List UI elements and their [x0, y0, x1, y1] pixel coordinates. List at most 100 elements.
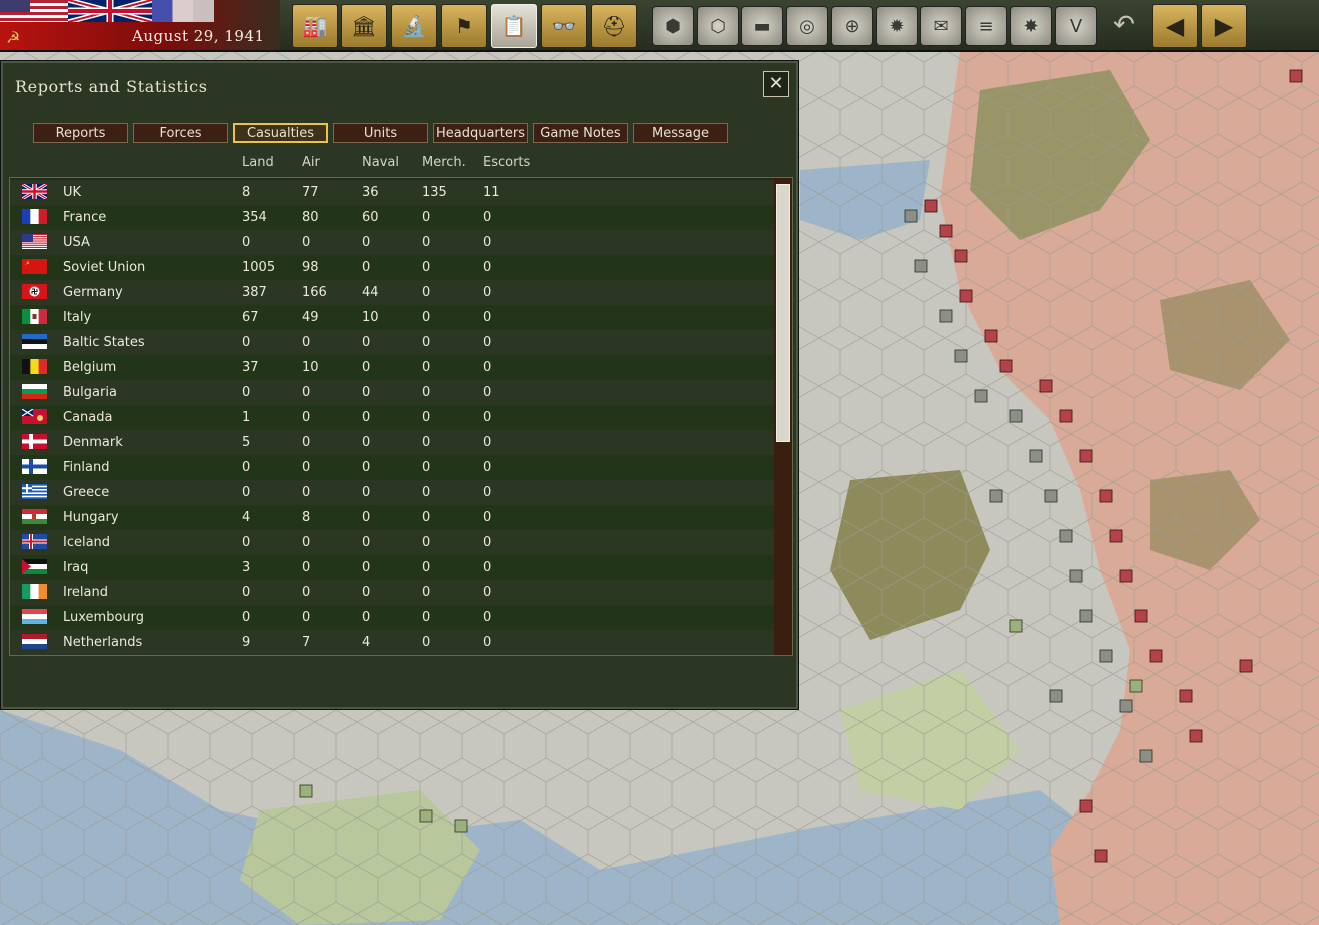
land-casualties: 0 [242, 610, 251, 625]
railway-button[interactable]: ≡ [965, 6, 1007, 46]
close-icon: ✕ [768, 73, 784, 94]
tab-units[interactable]: Units [333, 123, 428, 143]
production-button[interactable]: 🏭 [292, 4, 338, 48]
table-row[interactable]: Denmark 5 0 0 0 0 [10, 430, 774, 455]
tab-reports[interactable]: Reports [33, 123, 128, 143]
prev-turn-button[interactable]: ◀ [1152, 4, 1198, 48]
intelligence-button[interactable]: 👓 [541, 4, 587, 48]
helmet-icon: ⛑ [601, 14, 627, 38]
air-casualties: 0 [302, 460, 311, 475]
undo-button[interactable]: ↶ [1106, 6, 1142, 44]
luxembourg-flag-icon [22, 609, 47, 625]
column-header-naval[interactable]: Naval [362, 155, 399, 170]
combat-button[interactable]: ✸ [1010, 6, 1052, 46]
tab-casualties[interactable]: Casualties [233, 123, 328, 143]
objectives-button[interactable]: ⚑ [441, 4, 487, 48]
italy-flag-icon [22, 309, 48, 324]
air-casualties: 0 [302, 435, 311, 450]
table-row[interactable]: Greece 0 0 0 0 0 [10, 480, 774, 505]
naval-casualties: 60 [362, 210, 379, 225]
tab-game-notes[interactable]: Game Notes [533, 123, 628, 143]
escorts-casualties: 0 [483, 210, 492, 225]
table-row[interactable]: USA 0 0 0 0 0 [10, 230, 774, 255]
air-casualties: 166 [302, 285, 327, 300]
factory-icon: 🏭 [302, 14, 328, 38]
uk-flag-icon [21, 182, 48, 201]
table-row[interactable]: ☭ Soviet Union 1005 98 0 0 0 [10, 255, 774, 280]
table-row[interactable]: France 354 80 60 0 0 [10, 205, 774, 230]
table-row[interactable]: Belgium 37 10 0 0 0 [10, 355, 774, 380]
railway-icon: ≡ [978, 15, 994, 37]
flag-icon: ⚑ [455, 14, 473, 38]
next-turn-button[interactable]: ▶ [1201, 4, 1247, 48]
land-casualties: 354 [242, 210, 267, 225]
scrollbar-thumb[interactable] [776, 184, 790, 442]
naval-casualties: 0 [362, 585, 371, 600]
undo-icon: ↶ [1113, 10, 1135, 40]
table-row[interactable]: Hungary 4 8 0 0 0 [10, 505, 774, 530]
tab-headquarters[interactable]: Headquarters [433, 123, 528, 143]
table-row[interactable]: Luxembourg 0 0 0 0 0 [10, 605, 774, 630]
table-row[interactable]: Finland 0 0 0 0 0 [10, 455, 774, 480]
air-casualties: 7 [302, 635, 311, 650]
france-flag-icon [152, 0, 214, 22]
reports-button[interactable]: 📋 [491, 4, 537, 48]
column-header-air[interactable]: Air [302, 155, 320, 170]
column-header-escorts[interactable]: Escorts [483, 155, 530, 170]
table-row[interactable]: Iceland 0 0 0 0 0 [10, 530, 774, 555]
merch-casualties: 0 [422, 510, 431, 525]
units-button[interactable]: ⛑ [591, 4, 637, 48]
mail-button[interactable]: ✉ [920, 6, 962, 46]
air-casualties: 98 [302, 260, 319, 275]
table-row[interactable]: Netherlands 9 7 4 0 0 [10, 630, 774, 655]
escorts-casualties: 0 [483, 585, 492, 600]
naval-casualties: 0 [362, 410, 371, 425]
escorts-casualties: 0 [483, 635, 492, 650]
iraq-flag-icon [22, 559, 47, 575]
table-row[interactable]: Ireland 0 0 0 0 0 [10, 580, 774, 605]
table-row[interactable]: UK 8 77 36 135 11 [10, 180, 774, 205]
merch-casualties: 0 [422, 585, 431, 600]
naval-casualties: 0 [362, 360, 371, 375]
merch-casualties: 0 [422, 285, 431, 300]
close-button[interactable]: ✕ [763, 71, 789, 97]
table-row[interactable]: Baltic States 0 0 0 0 0 [10, 330, 774, 355]
soviet-flag-icon: ☭ [22, 259, 47, 274]
escorts-casualties: 11 [483, 185, 500, 200]
hexagon-icon: ⬢ [665, 15, 681, 37]
air-casualties: 0 [302, 485, 311, 500]
reports-statistics-dialog: Reports and Statistics ✕ Reports Forces Ca… [1, 61, 798, 709]
resources-button[interactable]: ◎ [786, 6, 828, 46]
tab-forces[interactable]: Forces [133, 123, 228, 143]
country-name: Canada [63, 410, 113, 425]
table-row[interactable]: Italy 67 49 10 0 0 [10, 305, 774, 330]
column-header-merch[interactable]: Merch. [422, 155, 466, 170]
hex-grid-button[interactable]: ⬡ [697, 6, 739, 46]
finland-flag-icon [22, 459, 47, 474]
table-row[interactable]: Iraq 3 0 0 0 0 [10, 555, 774, 580]
denmark-flag-icon [22, 434, 47, 449]
scrollbar[interactable] [774, 178, 792, 655]
merch-casualties: 0 [422, 610, 431, 625]
naval-casualties: 0 [362, 460, 371, 475]
hammer-sickle-icon: ☭ [6, 28, 21, 47]
escorts-casualties: 0 [483, 560, 492, 575]
naval-casualties: 0 [362, 535, 371, 550]
merch-casualties: 0 [422, 535, 431, 550]
weather-button[interactable]: ✹ [876, 6, 918, 46]
target-button[interactable]: ⊕ [831, 6, 873, 46]
table-row[interactable]: Germany 387 166 44 0 0 [10, 280, 774, 305]
research-button[interactable]: 🔬 [391, 4, 437, 48]
supply-button[interactable]: ▬ [741, 6, 783, 46]
victory-button[interactable]: V [1055, 6, 1097, 46]
column-header-land[interactable]: Land [242, 155, 274, 170]
table-row[interactable]: Canada 1 0 0 0 0 [10, 405, 774, 430]
air-casualties: 0 [302, 235, 311, 250]
country-name: Iraq [63, 560, 89, 575]
canada-flag-icon [21, 408, 47, 424]
land-casualties: 0 [242, 335, 251, 350]
table-row[interactable]: Bulgaria 0 0 0 0 0 [10, 380, 774, 405]
diplomacy-button[interactable]: 🏛 [341, 4, 387, 48]
tab-message[interactable]: Message [633, 123, 728, 143]
hex-toggle-button[interactable]: ⬢ [652, 6, 694, 46]
